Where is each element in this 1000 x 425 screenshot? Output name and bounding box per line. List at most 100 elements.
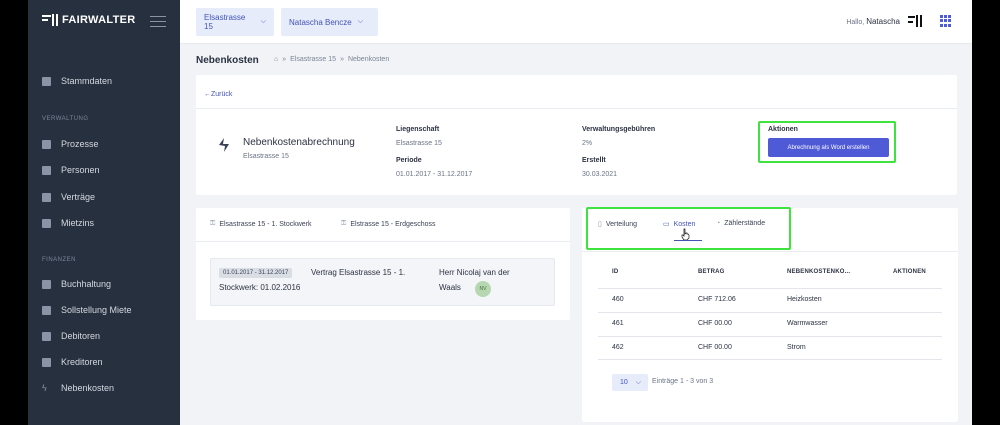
col-nebenkostenart[interactable]: NEBENKOSTENKO... <box>787 269 850 275</box>
sidebar-item-label: Personen <box>61 165 100 175</box>
sidebar-item-stammdaten[interactable]: Stammdaten <box>42 76 112 86</box>
breadcrumb-item[interactable]: Elsastrasse 15 <box>290 56 336 63</box>
hand-cursor-icon <box>681 228 690 240</box>
gebuehren-label: Verwaltungsgebühren <box>582 126 656 133</box>
screen-frame: FAIRWALTER Stammdaten VERWALTUNG Prozess… <box>0 0 1000 425</box>
erstellt-label: Erstellt <box>582 157 606 164</box>
sidebar-item-buchhaltung[interactable]: Buchhaltung <box>42 279 111 289</box>
document-icon <box>42 305 51 315</box>
sidebar-item-sollstellung[interactable]: Sollstellung Miete <box>42 305 132 315</box>
brand-mark-icon <box>42 14 58 26</box>
key-icon: ⚿ <box>341 220 347 227</box>
entries-info: Einträge 1 - 3 von 3 <box>652 378 714 385</box>
sidebar-item-label: Debitoren <box>61 331 101 341</box>
unit-tab[interactable]: ⚿ Elstrasse 15 - Erdgeschoss <box>341 220 436 228</box>
sidebar-item-mietzins[interactable]: Mietzins <box>42 218 94 228</box>
apps-grid-icon[interactable] <box>940 15 952 27</box>
gebuehren-value: 2% <box>582 140 593 147</box>
contract-title-cont: Stockwerk: 01.02.2016 <box>219 283 301 292</box>
col-betrag[interactable]: BETRAG <box>698 269 725 275</box>
divider <box>196 108 957 109</box>
sidebar-item-label: Verträge <box>61 192 96 202</box>
people-icon <box>42 165 51 175</box>
row-divider <box>598 359 942 360</box>
cell-betrag: CHF 712.06 <box>698 296 736 303</box>
sidebar-item-label: Stammdaten <box>61 76 113 86</box>
chevron-down-icon: ⌵ <box>635 378 642 386</box>
page-title: Nebenkosten <box>196 55 259 66</box>
chevron-down-icon: ⌵ <box>260 18 266 25</box>
debitor-icon <box>42 331 51 341</box>
topbar: Elsastrasse 15 ⌵ Natascha Bencze ⌵ Hallo… <box>180 0 972 44</box>
back-link[interactable]: ←Zurück <box>204 91 232 98</box>
breadcrumb: ⌂ » Elsastrasse 15 » Nebenkosten <box>274 56 390 63</box>
cell-art: Warmwasser <box>787 320 828 327</box>
sidebar-item-prozesse[interactable]: Prozesse <box>42 139 99 149</box>
coins-icon <box>42 218 51 228</box>
sidebar-item-label: Sollstellung Miete <box>61 305 132 315</box>
contract-item[interactable]: 01.01.2017 - 31.12.2017 Vertrag Elsastra… <box>210 258 555 306</box>
user-avatar-icon[interactable] <box>908 13 924 29</box>
per-page-select[interactable]: 10 ⌵ <box>612 374 648 391</box>
sidebar: FAIRWALTER Stammdaten VERWALTUNG Prozess… <box>28 0 180 425</box>
sidebar-item-nebenkosten[interactable]: ϟ Nebenkosten <box>42 383 114 393</box>
sidebar-item-label: Kreditoren <box>61 357 103 367</box>
cell-id: 460 <box>612 296 624 303</box>
contract-title: Vertrag Elsastrasse 15 - 1. <box>311 268 406 277</box>
sidebar-item-debitoren[interactable]: Debitoren <box>42 331 100 341</box>
contract-period-badge: 01.01.2017 - 31.12.2017 <box>219 268 293 278</box>
unit-tab-label: Elstrasse 15 - Erdgeschoss <box>350 220 436 228</box>
main-area: Elsastrasse 15 ⌵ Natascha Bencze ⌵ Hallo… <box>180 0 972 425</box>
flash-icon: ϟ <box>42 382 47 393</box>
periode-value: 01.01.2017 - 31.12.2017 <box>396 171 473 178</box>
cell-art: Heizkosten <box>787 296 822 303</box>
divider <box>582 251 958 252</box>
sidebar-item-kreditoren[interactable]: Kreditoren <box>42 357 103 367</box>
breadcrumb-item: Nebenkosten <box>347 56 390 63</box>
property-select[interactable]: Elsastrasse 15 ⌵ <box>196 8 274 36</box>
sidebar-item-personen[interactable]: Personen <box>42 165 100 175</box>
tenant-name-cont: Waals <box>439 283 461 292</box>
tenant-name: Herr Nicolaj van der <box>439 268 510 277</box>
per-page-value: 10 <box>620 379 628 386</box>
summary-subheading: Elsastrasse 15 <box>243 153 289 160</box>
col-id[interactable]: ID <box>612 269 618 275</box>
key-icon: ⚿ <box>210 220 216 227</box>
sidebar-item-label: Nebenkosten <box>61 383 115 393</box>
cell-betrag: CHF 00.00 <box>698 344 732 351</box>
cell-betrag: CHF 00.00 <box>698 320 732 327</box>
row-divider <box>598 288 942 289</box>
section-verwaltung: VERWALTUNG <box>42 116 89 122</box>
sidebar-item-label: Prozesse <box>61 139 99 149</box>
cell-id: 461 <box>612 320 624 327</box>
periode-label: Periode <box>396 157 422 164</box>
brand-logo[interactable]: FAIRWALTER <box>42 14 135 26</box>
user-greeting: Hallo, Natascha <box>846 17 900 26</box>
brand-name: FAIRWALTER <box>62 14 136 26</box>
cell-id: 462 <box>612 344 624 351</box>
person-select-value: Natascha Bencze <box>289 17 352 27</box>
liegenschaft-value: Elsastrasse 15 <box>396 140 442 147</box>
col-aktionen: AKTIONEN <box>893 269 926 275</box>
sidebar-item-vertraege[interactable]: Verträge <box>42 192 95 202</box>
creditor-icon <box>42 357 51 367</box>
sidebar-item-label: Buchhaltung <box>61 279 112 289</box>
unit-tab-label: Elsastrasse 15 - 1. Stockwerk <box>219 220 312 228</box>
divider <box>196 241 570 242</box>
process-icon <box>42 139 51 149</box>
menu-toggle-icon[interactable] <box>150 16 166 28</box>
section-finanzen: FINANZEN <box>42 257 76 263</box>
property-select-value: Elsastrasse 15 <box>204 13 246 31</box>
ledger-icon <box>42 279 51 289</box>
row-divider <box>598 312 942 313</box>
home-icon[interactable]: ⌂ <box>274 56 278 63</box>
chevron-down-icon: ⌵ <box>357 18 364 25</box>
highlight-box <box>758 121 896 163</box>
erstellt-value: 30.03.2021 <box>582 171 618 178</box>
person-select[interactable]: Natascha Bencze ⌵ <box>281 8 378 36</box>
tenant-avatar: NV <box>475 281 491 297</box>
sidebar-item-label: Mietzins <box>61 218 95 228</box>
unit-tab[interactable]: ⚿ Elsastrasse 15 - 1. Stockwerk <box>210 220 312 228</box>
flash-icon <box>219 138 229 152</box>
summary-heading: Nebenkostenabrechnung <box>243 137 355 148</box>
